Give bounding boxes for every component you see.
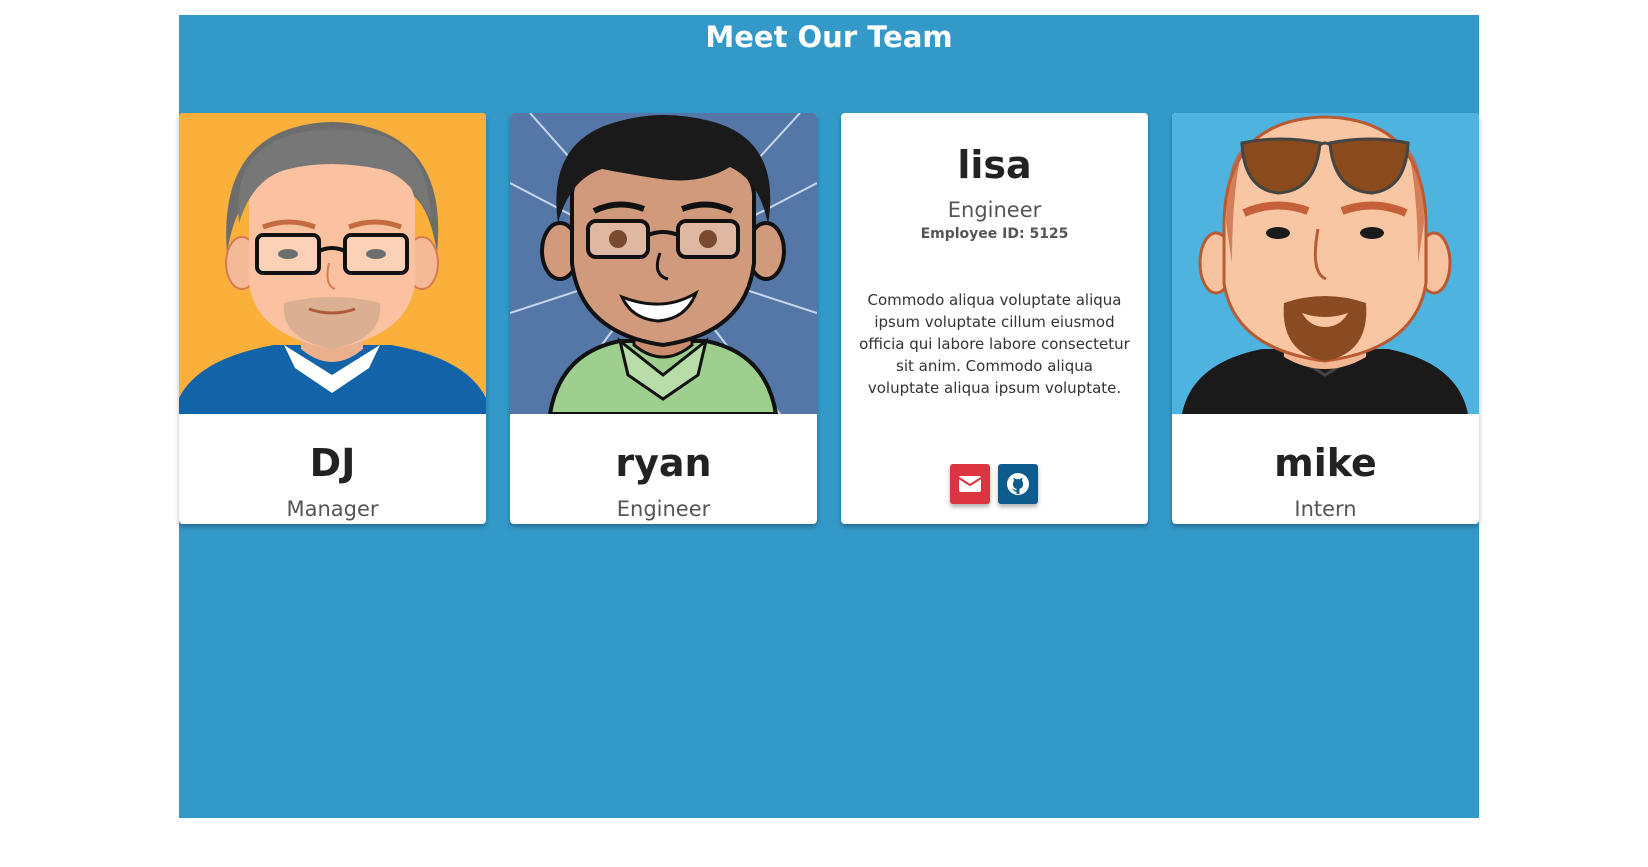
member-name: DJ xyxy=(309,441,356,485)
member-role: Intern xyxy=(1294,497,1357,521)
team-card-dj[interactable]: DJ Manager xyxy=(179,113,486,524)
employee-id: Employee ID: 5125 xyxy=(841,226,1148,242)
team-card-lisa[interactable]: lisa Engineer Employee ID: 5125 Commodo … xyxy=(841,113,1148,524)
page-title: Meet Our Team xyxy=(705,20,953,54)
member-role: Engineer xyxy=(947,198,1042,222)
member-role: Engineer xyxy=(616,497,711,521)
team-card-ryan[interactable]: ryan Engineer xyxy=(510,113,817,524)
avatar xyxy=(510,113,817,414)
team-section: Meet Our Team DJ Manager ryan Engineer l… xyxy=(179,15,1479,818)
github-icon xyxy=(1007,473,1029,495)
employee-id-label: Employee ID: xyxy=(920,226,1025,242)
github-button[interactable] xyxy=(998,464,1038,504)
member-name: ryan xyxy=(615,441,712,485)
envelope-icon xyxy=(958,476,982,492)
avatar xyxy=(179,113,486,414)
team-card-mike[interactable]: mike Intern xyxy=(1172,113,1479,524)
email-button[interactable] xyxy=(950,464,990,504)
employee-id-value: 5125 xyxy=(1029,226,1069,242)
member-name: lisa xyxy=(957,143,1032,187)
avatar xyxy=(1172,113,1479,414)
member-name: mike xyxy=(1274,441,1377,485)
member-role: Manager xyxy=(286,497,379,521)
member-bio: Commodo aliqua voluptate aliqua ipsum vo… xyxy=(859,291,1130,397)
